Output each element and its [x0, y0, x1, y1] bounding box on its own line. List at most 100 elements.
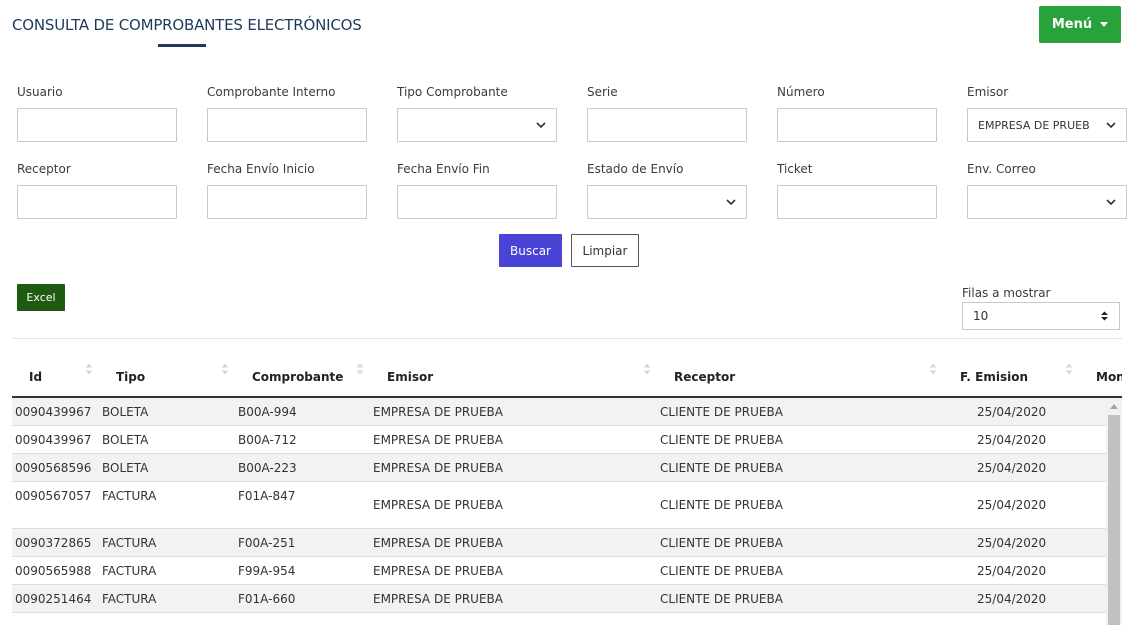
- sort-icon[interactable]: [85, 362, 93, 376]
- table-row[interactable]: 0090567057 FACTURA F01A-847 EMPRESA DE P…: [12, 482, 1106, 529]
- cell-id: 0090439967: [15, 433, 92, 447]
- fecha-envio-inicio-input[interactable]: [207, 185, 367, 219]
- fecha-envio-inicio-label: Fecha Envío Inicio: [207, 162, 315, 176]
- numero-label: Número: [777, 85, 825, 99]
- cell-tipo: FACTURA: [102, 489, 157, 503]
- cell-fecha: 25/04/2020: [977, 592, 1047, 606]
- cell-receptor: CLIENTE DE PRUEBA: [660, 498, 783, 512]
- rows-to-show-value: 10: [973, 309, 989, 323]
- cell-receptor: CLIENTE DE PRUEBA: [660, 536, 783, 550]
- scroll-up-icon[interactable]: [1110, 404, 1118, 409]
- estado-envio-label: Estado de Envío: [587, 162, 684, 176]
- receptor-input[interactable]: [17, 185, 177, 219]
- sort-icon[interactable]: [643, 362, 651, 376]
- cell-receptor: CLIENTE DE PRUEBA: [660, 564, 783, 578]
- numero-input[interactable]: [777, 108, 937, 142]
- serie-input[interactable]: [587, 108, 747, 142]
- cell-emisor: EMPRESA DE PRUEBA: [373, 592, 503, 606]
- cell-comprobante: B00A-712: [238, 433, 297, 447]
- table-row[interactable]: 0090565988 FACTURA F99A-954 EMPRESA DE P…: [12, 557, 1106, 585]
- cell-id: 0090568596: [15, 461, 92, 475]
- cell-fecha: 25/04/2020: [977, 433, 1047, 447]
- comprobante-interno-input[interactable]: [207, 108, 367, 142]
- cell-receptor: CLIENTE DE PRUEBA: [660, 461, 783, 475]
- cell-id: 0090567057: [15, 489, 92, 503]
- cell-comprobante: B00A-994: [238, 405, 297, 419]
- rows-to-show-select[interactable]: 10: [962, 302, 1120, 330]
- cell-receptor: CLIENTE DE PRUEBA: [660, 592, 783, 606]
- cell-comprobante: F00A-251: [238, 536, 296, 550]
- table-body: 0090439967 BOLETA B00A-994 EMPRESA DE PR…: [12, 398, 1106, 625]
- env-correo-label: Env. Correo: [967, 162, 1036, 176]
- env-correo-select[interactable]: [967, 185, 1127, 219]
- cell-id: 0090439967: [15, 405, 92, 419]
- cell-tipo: FACTURA: [102, 564, 157, 578]
- column-header-receptor[interactable]: Receptor: [674, 370, 735, 384]
- page-title: CONSULTA DE COMPROBANTES ELECTRÓNICOS: [12, 16, 362, 34]
- rows-to-show-label: Filas a mostrar: [962, 286, 1051, 300]
- cell-tipo: FACTURA: [102, 536, 157, 550]
- cell-id: 0090372865: [15, 536, 92, 550]
- sort-icon[interactable]: [356, 362, 364, 376]
- ticket-label: Ticket: [777, 162, 813, 176]
- cell-emisor: EMPRESA DE PRUEBA: [373, 433, 503, 447]
- fecha-envio-fin-input[interactable]: [397, 185, 557, 219]
- column-header-id[interactable]: Id: [29, 370, 42, 384]
- sort-icon[interactable]: [221, 362, 229, 376]
- tipo-comprobante-select[interactable]: [397, 108, 557, 142]
- cell-fecha: 25/04/2020: [977, 498, 1047, 512]
- cell-emisor: EMPRESA DE PRUEBA: [373, 564, 503, 578]
- cell-fecha: 25/04/2020: [977, 405, 1047, 419]
- cell-tipo: BOLETA: [102, 461, 149, 475]
- buscar-button[interactable]: Buscar: [499, 234, 562, 267]
- usuario-input[interactable]: [17, 108, 177, 142]
- cell-tipo: BOLETA: [102, 405, 149, 419]
- cell-emisor: EMPRESA DE PRUEBA: [373, 498, 503, 512]
- table-row[interactable]: 0090439967 BOLETA B00A-994 EMPRESA DE PR…: [12, 398, 1106, 426]
- cell-emisor: EMPRESA DE PRUEBA: [373, 536, 503, 550]
- section-divider: [12, 338, 1122, 339]
- emisor-select[interactable]: EMPRESA DE PRUEB: [967, 108, 1127, 142]
- column-header-comprobante[interactable]: Comprobante: [252, 370, 343, 384]
- sort-icon[interactable]: [929, 362, 937, 376]
- estado-envio-select[interactable]: [587, 185, 747, 219]
- table-row[interactable]: 0090439967 BOLETA B00A-712 EMPRESA DE PR…: [12, 426, 1106, 454]
- updown-icon: [1101, 311, 1108, 321]
- cell-receptor: CLIENTE DE PRUEBA: [660, 433, 783, 447]
- column-header-f-emision[interactable]: F. Emision: [960, 370, 1028, 384]
- cell-receptor: CLIENTE DE PRUEBA: [660, 405, 783, 419]
- excel-button[interactable]: Excel: [17, 284, 65, 311]
- serie-label: Serie: [587, 85, 618, 99]
- usuario-label: Usuario: [17, 85, 63, 99]
- column-header-mon[interactable]: Mon: [1096, 370, 1122, 384]
- table-row[interactable]: 0090568596 BOLETA B00A-223 EMPRESA DE PR…: [12, 454, 1106, 482]
- receptor-label: Receptor: [17, 162, 71, 176]
- chevron-down-icon: [726, 199, 736, 206]
- cell-tipo: FACTURA: [102, 592, 157, 606]
- limpiar-button[interactable]: Limpiar: [571, 234, 639, 267]
- chevron-down-icon: [536, 122, 546, 129]
- chevron-down-icon: [1106, 199, 1116, 206]
- chevron-down-icon: [1106, 122, 1116, 129]
- cell-id: 0090251464: [15, 592, 92, 606]
- scroll-thumb[interactable]: [1108, 415, 1120, 625]
- table-row[interactable]: 0090372865 FACTURA F00A-251 EMPRESA DE P…: [12, 529, 1106, 557]
- column-header-emisor[interactable]: Emisor: [387, 370, 433, 384]
- fecha-envio-fin-label: Fecha Envío Fin: [397, 162, 490, 176]
- cell-comprobante: F99A-954: [238, 564, 296, 578]
- cell-fecha: 25/04/2020: [977, 564, 1047, 578]
- menu-button[interactable]: Menú: [1039, 6, 1121, 43]
- cell-emisor: EMPRESA DE PRUEBA: [373, 405, 503, 419]
- ticket-input[interactable]: [777, 185, 937, 219]
- cell-emisor: EMPRESA DE PRUEBA: [373, 461, 503, 475]
- sort-icon[interactable]: [1065, 362, 1073, 376]
- cell-comprobante: F01A-847: [238, 489, 296, 503]
- table-scrollbar[interactable]: [1106, 398, 1122, 625]
- table-row[interactable]: 0090251464 FACTURA F01A-660 EMPRESA DE P…: [12, 585, 1106, 613]
- cell-tipo: BOLETA: [102, 433, 149, 447]
- title-underline: [158, 44, 206, 47]
- menu-button-label: Menú: [1051, 17, 1093, 32]
- column-header-tipo[interactable]: Tipo: [116, 370, 145, 384]
- caret-down-icon: [1100, 22, 1109, 27]
- cell-fecha: 25/04/2020: [977, 461, 1047, 475]
